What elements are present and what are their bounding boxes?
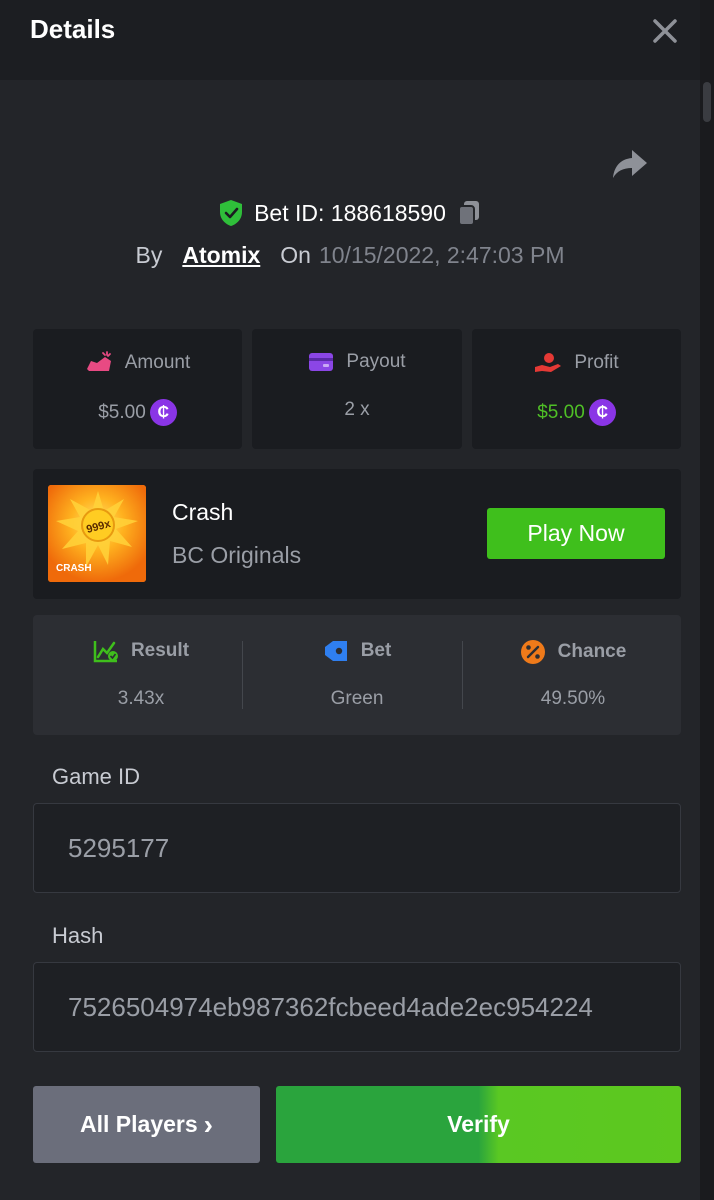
profit-card: Profit $5.00 ₵ (472, 329, 681, 449)
coin-icon: ₵ (149, 399, 177, 426)
chevron-right-icon: › (203, 1108, 213, 1140)
payout-card: Payout 2 x (252, 329, 462, 449)
chance-value: 49.50% (540, 688, 606, 709)
result-value: 3.43x (117, 688, 165, 709)
profit-value: $5.00 (537, 401, 585, 423)
game-name[interactable]: Crash (172, 499, 233, 526)
details-header: Details (0, 0, 700, 80)
hash-label: Hash (52, 923, 104, 948)
by-label: By (135, 241, 163, 268)
result-chart-icon (93, 641, 118, 663)
payout-icon (309, 353, 334, 371)
close-icon[interactable] (648, 14, 682, 48)
user-link[interactable]: Atomix (182, 242, 260, 269)
bet-column: Bet Green (249, 615, 465, 735)
hash-field[interactable]: 7526504974eb987362fcbeed4ade2ec954224 (33, 962, 681, 1052)
result-label: Result (130, 640, 190, 661)
divider (462, 641, 463, 709)
game-thumbnail[interactable]: 999x CRASH (48, 485, 146, 582)
payout-label: Payout (346, 351, 406, 372)
bet-meta-row: By Atomix On 10/15/2022, 2:47:03 PM (0, 238, 700, 272)
bet-date: 10/15/2022, 2:47:03 PM (318, 241, 565, 268)
on-label: On (280, 241, 311, 268)
bet-value: Green (330, 688, 384, 709)
amount-card: Amount $5.00 ₵ (33, 329, 242, 449)
chance-column: Chance 49.50% (465, 615, 681, 735)
all-players-label: All Players (80, 1111, 198, 1137)
bet-id-row: Bet ID: 188618590 (0, 196, 700, 230)
scrollbar-thumb[interactable] (703, 82, 711, 122)
share-button[interactable] (610, 146, 650, 182)
thumb-label: CRASH (56, 563, 92, 574)
game-card: 999x CRASH Crash BC Originals Play Now (33, 469, 681, 599)
result-column: Result 3.43x (33, 615, 249, 735)
coin-icon: ₵ (588, 399, 616, 426)
result-card: Result 3.43x Bet Green Chance 49.50% (33, 615, 681, 735)
bet-label: Bet (360, 640, 392, 661)
share-icon[interactable] (610, 146, 650, 182)
divider (242, 641, 243, 709)
bet-tag-icon (324, 641, 347, 661)
profit-label: Profit (574, 352, 619, 373)
payout-value: 2 x (344, 399, 370, 420)
verified-shield-icon (220, 200, 243, 226)
amount-label: Amount (124, 352, 191, 373)
bet-id: Bet ID: 188618590 (254, 199, 446, 226)
chance-label: Chance (557, 641, 627, 662)
all-players-button[interactable]: All Players › (33, 1086, 260, 1163)
profit-icon (535, 353, 562, 372)
game-id-label: Game ID (52, 764, 141, 789)
game-id-field[interactable]: 5295177 (33, 803, 681, 893)
play-now-button[interactable]: Play Now (487, 508, 665, 559)
amount-icon (86, 351, 111, 371)
amount-value: $5.00 (98, 401, 146, 423)
page-title: Details (30, 14, 116, 44)
crash-game-art: 999x CRASH (48, 485, 146, 582)
copy-icon[interactable] (456, 199, 482, 227)
percent-icon (520, 640, 545, 664)
game-provider: BC Originals (172, 542, 302, 568)
verify-button[interactable]: Verify (276, 1086, 681, 1163)
scrollbar[interactable] (700, 0, 714, 1200)
close-button[interactable] (648, 14, 682, 48)
